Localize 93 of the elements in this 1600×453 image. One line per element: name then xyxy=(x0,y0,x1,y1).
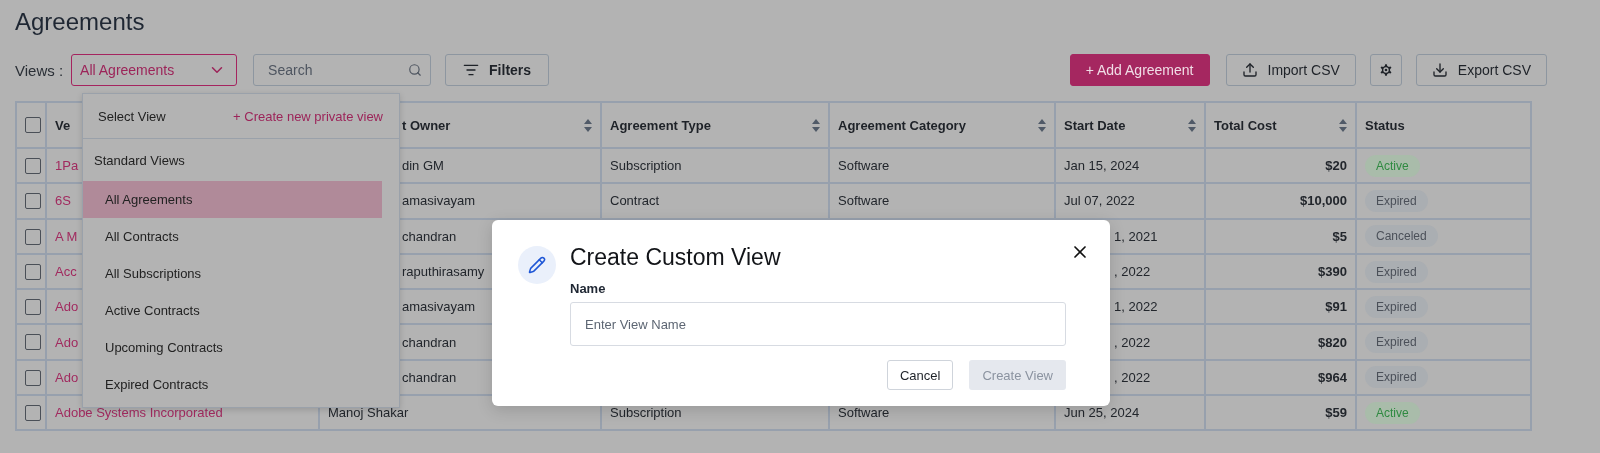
sort-icon[interactable] xyxy=(584,118,592,132)
table-cell-text: 1, 2021 xyxy=(1113,228,1158,244)
column-header: t Owner xyxy=(402,117,451,133)
table-cell: $20 xyxy=(1325,158,1347,174)
table-cell-text: chandran xyxy=(401,369,457,385)
table-cell-text: 1, 2022 xyxy=(1113,299,1158,315)
table-cell: Jan 15, 2024 xyxy=(1064,158,1140,174)
vendor-link[interactable]: A M xyxy=(55,228,78,244)
table-cell: Software xyxy=(838,158,890,174)
table-cell: Jul 07, 2022 xyxy=(1064,193,1135,209)
table-cell-text: , 2022 xyxy=(1113,264,1151,280)
table-cell: Contract xyxy=(610,193,660,209)
row-checkbox[interactable] xyxy=(25,193,41,210)
vendor-link[interactable]: 6S xyxy=(55,193,71,209)
sort-icon[interactable] xyxy=(1188,118,1196,132)
table-cell: $10,000 xyxy=(1300,193,1347,209)
table-cell: $5 xyxy=(1332,228,1347,244)
vendor-link[interactable]: 1Pa xyxy=(55,158,79,174)
menu-group-label: Standard Views xyxy=(93,151,186,170)
menu-item[interactable]: Expired Contracts xyxy=(83,366,382,403)
status-badge: Active xyxy=(1365,401,1420,424)
status-badge: Expired xyxy=(1365,366,1428,389)
menu-title: Select View xyxy=(98,108,166,124)
table-cell-text: , 2022 xyxy=(1113,334,1151,350)
menu-item[interactable]: All Agreements xyxy=(83,181,382,218)
field-label: Name xyxy=(570,281,607,296)
table-cell-text: , 2022 xyxy=(1113,369,1151,385)
cancel-button[interactable]: Cancel xyxy=(886,360,954,390)
table-cell: Subscription xyxy=(610,158,682,174)
row-checkbox[interactable] xyxy=(25,369,41,386)
vendor-link[interactable]: Ado xyxy=(55,334,79,350)
sort-icon[interactable] xyxy=(812,118,820,132)
column-header: Agreement Category xyxy=(838,117,966,133)
column-header: Agreement Type xyxy=(610,117,711,133)
row-checkbox[interactable] xyxy=(25,228,41,245)
table-cell: Subscription xyxy=(610,405,682,421)
status-badge: Expired xyxy=(1365,189,1428,212)
pencil-icon xyxy=(518,246,556,284)
vendor-link[interactable]: Ado xyxy=(55,369,79,385)
upload-icon xyxy=(1241,62,1258,78)
table-cell-text: amasivayam xyxy=(401,193,475,209)
table-cell: $964 xyxy=(1318,369,1347,385)
export-csv-button[interactable]: Export CSV xyxy=(1415,54,1547,86)
select-all-checkbox[interactable] xyxy=(25,117,41,134)
search-icon xyxy=(408,63,423,77)
views-label: Views : xyxy=(15,61,64,79)
vendor-link[interactable]: Acc xyxy=(55,264,77,280)
table-cell-text: din GM xyxy=(401,158,444,174)
table-cell: $59 xyxy=(1325,405,1347,421)
table-cell: Manoj Shakar xyxy=(328,405,409,421)
menu-item[interactable]: All Subscriptions xyxy=(83,255,382,292)
filters-button[interactable]: Filters xyxy=(445,54,550,86)
table-cell-text: raputhirasamy xyxy=(401,264,485,280)
settings-button[interactable] xyxy=(1369,54,1402,86)
status-badge: Canceled xyxy=(1365,225,1438,248)
sort-icon[interactable] xyxy=(1038,118,1046,132)
column-header: Ve xyxy=(55,117,71,133)
sort-icon[interactable] xyxy=(1339,118,1347,132)
table-cell-text: amasivayam xyxy=(401,299,475,315)
add-agreement-button[interactable]: + Add Agreement xyxy=(1069,54,1210,86)
table-cell-text: chandran xyxy=(401,334,457,350)
table-cell: Software xyxy=(838,193,890,209)
status-badge: Expired xyxy=(1365,260,1428,283)
row-checkbox[interactable] xyxy=(25,263,41,280)
table-cell: $820 xyxy=(1318,334,1347,350)
table-cell-text: chandran xyxy=(401,228,457,244)
table-cell: $390 xyxy=(1318,264,1347,280)
search-field[interactable]: Search xyxy=(253,54,432,86)
filter-icon xyxy=(463,62,480,78)
create-view-link[interactable]: + Create new private view xyxy=(233,108,383,124)
menu-item[interactable]: All Contracts xyxy=(83,218,382,255)
column-header: Total Cost xyxy=(1214,117,1277,133)
row-checkbox[interactable] xyxy=(25,405,41,421)
status-badge: Expired xyxy=(1365,295,1428,318)
table-cell: Software xyxy=(838,405,890,421)
view-select[interactable]: All Agreements xyxy=(71,54,238,86)
download-icon xyxy=(1431,62,1448,78)
vendor-link[interactable]: Ado xyxy=(55,299,79,315)
table-cell: Jun 25, 2024 xyxy=(1064,405,1140,421)
column-header: Start Date xyxy=(1064,117,1126,133)
import-csv-button[interactable]: Import CSV xyxy=(1225,54,1356,86)
row-checkbox[interactable] xyxy=(25,157,41,174)
view-name-field[interactable]: Enter View Name xyxy=(570,302,1066,346)
table-cell: $91 xyxy=(1325,299,1347,315)
row-checkbox[interactable] xyxy=(25,334,41,351)
page-title: Agreements xyxy=(15,7,146,37)
menu-item[interactable]: Upcoming Contracts xyxy=(83,329,382,366)
modal-title: Create Custom View xyxy=(570,244,782,271)
status-badge: Expired xyxy=(1365,331,1428,354)
row-checkbox[interactable] xyxy=(25,299,41,316)
column-header: Status xyxy=(1365,117,1405,133)
status-badge: Active xyxy=(1365,154,1420,177)
menu-item[interactable]: Active Contracts xyxy=(83,292,382,329)
